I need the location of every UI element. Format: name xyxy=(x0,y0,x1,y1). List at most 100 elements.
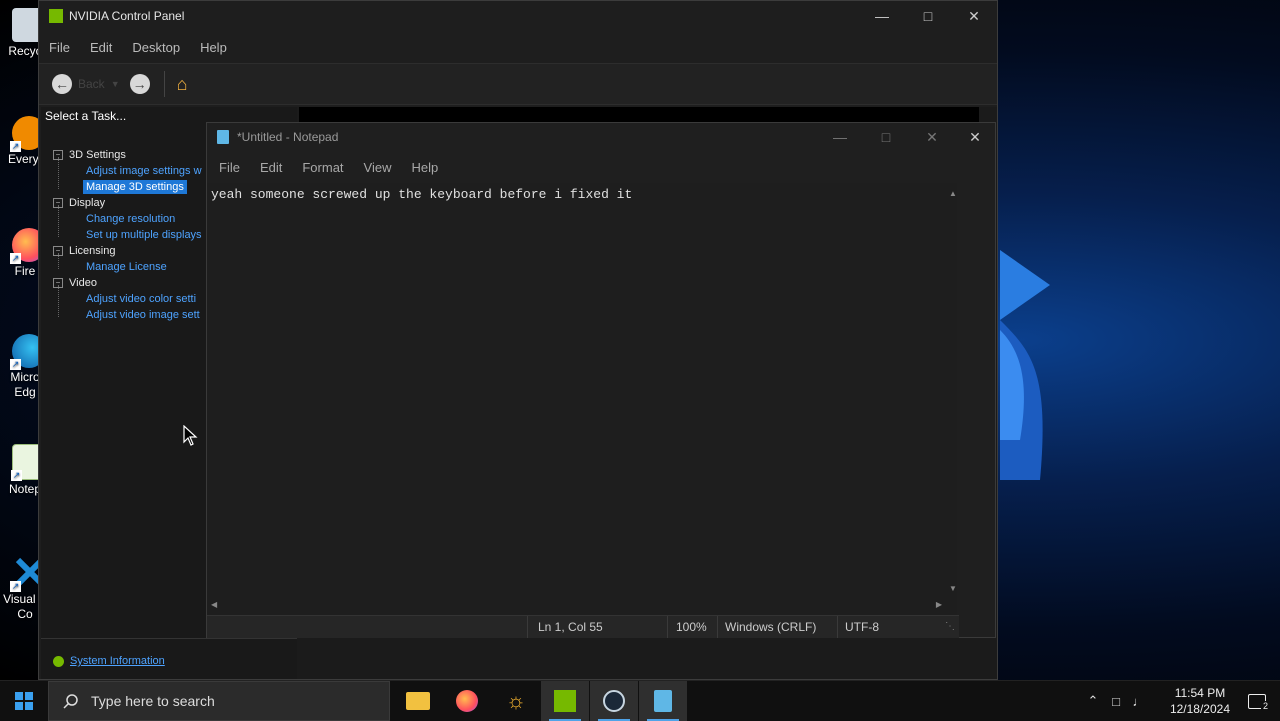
clock-date: 12/18/2024 xyxy=(1169,702,1230,716)
shortcut-arrow-icon: ↗ xyxy=(10,141,21,152)
menu-help[interactable]: Help xyxy=(190,40,237,55)
taskbar-settings-app[interactable]: ☼ xyxy=(492,681,540,721)
scroll-up-icon[interactable]: ▲ xyxy=(949,189,957,198)
search-placeholder: Type here to search xyxy=(91,693,215,709)
shortcut-arrow-icon: ↗ xyxy=(10,253,21,264)
home-icon[interactable]: ⌂ xyxy=(177,74,188,95)
forward-arrow-icon[interactable]: → xyxy=(129,74,150,94)
text-editor[interactable] xyxy=(207,183,957,615)
toolbar-separator xyxy=(163,71,165,97)
nvidia-titlebar[interactable]: NVIDIA Control Panel — □ ✕ xyxy=(39,1,997,31)
scroll-left-icon[interactable]: ◀ xyxy=(211,600,217,609)
menu-desktop[interactable]: Desktop xyxy=(122,40,190,55)
tree-category-display[interactable]: − Display xyxy=(53,197,105,209)
collapse-icon[interactable]: − xyxy=(53,198,63,208)
system-information-link[interactable]: System Information xyxy=(53,655,165,667)
mouse-cursor-icon xyxy=(183,425,198,446)
tree-category-label: Licensing xyxy=(69,245,116,257)
settings-sun-icon: ☼ xyxy=(505,688,527,713)
chevron-down-icon[interactable]: ▼ xyxy=(111,79,120,89)
volume-icon[interactable]: ♩ xyxy=(1128,694,1150,709)
horizontal-scrollbar[interactable]: ◀ ▶ xyxy=(207,599,942,613)
maximize-button[interactable]: □ xyxy=(863,123,909,151)
firefox-icon xyxy=(456,690,478,712)
steam-icon xyxy=(603,690,625,712)
back-arrow-icon[interactable]: ← xyxy=(52,74,72,94)
tree-category-label: 3D Settings xyxy=(69,149,126,161)
taskbar-search-box[interactable]: Type here to search xyxy=(48,681,390,721)
notepad-statusbar: Ln 1, Col 55 100% Windows (CRLF) UTF-8 ⋱ xyxy=(207,615,959,638)
start-button[interactable] xyxy=(0,681,48,721)
tree-item-adjust-image-settings[interactable]: Adjust image settings w xyxy=(86,165,202,177)
shortcut-arrow-icon: ↗ xyxy=(10,581,21,592)
wallpaper-logo xyxy=(1000,250,1050,480)
network-icon[interactable]: □ xyxy=(1104,694,1128,709)
chevron-up-icon[interactable]: ⌃ xyxy=(1082,693,1104,709)
close-button[interactable]: ✕ xyxy=(909,123,955,151)
back-label[interactable]: Back xyxy=(78,77,105,91)
cursor-position: Ln 1, Col 55 xyxy=(538,620,603,634)
taskbar-clock[interactable]: 11:54 PM 12/18/2024 xyxy=(1170,685,1230,717)
encoding: UTF-8 xyxy=(845,620,879,634)
nvidia-window-title: NVIDIA Control Panel xyxy=(69,9,185,23)
notepad-titlebar[interactable]: *Untitled - Notepad — □ ✕ ✕ xyxy=(207,123,995,151)
nvidia-app-icon xyxy=(49,9,63,23)
menu-file[interactable]: File xyxy=(209,160,250,175)
maximize-button[interactable]: □ xyxy=(905,1,951,31)
collapse-icon[interactable]: − xyxy=(53,150,63,160)
taskbar-firefox[interactable] xyxy=(443,681,491,721)
collapse-icon[interactable]: − xyxy=(53,278,63,288)
taskbar-nvidia[interactable] xyxy=(541,681,589,721)
taskbar-file-explorer[interactable] xyxy=(394,681,442,721)
info-icon xyxy=(53,655,64,667)
shortcut-arrow-icon: ↗ xyxy=(10,359,21,370)
windows-logo-icon xyxy=(15,692,33,710)
tree-category-label: Display xyxy=(69,197,106,209)
notepad-menubar: File Edit Format View Help xyxy=(207,151,995,183)
notepad-app-icon xyxy=(217,130,229,144)
tree-item-video-color[interactable]: Adjust video color setti xyxy=(86,293,196,305)
minimize-button[interactable]: — xyxy=(859,1,905,31)
line-ending: Windows (CRLF) xyxy=(725,620,817,634)
menu-edit[interactable]: Edit xyxy=(250,160,292,175)
system-information-label: System Information xyxy=(70,655,165,667)
notification-count: 2 xyxy=(1260,701,1270,711)
scroll-right-icon[interactable]: ▶ xyxy=(936,600,942,609)
tree-category-licensing[interactable]: − Licensing xyxy=(53,245,115,257)
tree-category-video[interactable]: − Video xyxy=(53,277,97,289)
nvidia-icon xyxy=(554,690,576,712)
taskbar-steam[interactable] xyxy=(590,681,638,721)
notepad-window-title: *Untitled - Notepad xyxy=(237,130,339,144)
notification-center-button[interactable]: 2 xyxy=(1234,681,1280,721)
editor-content[interactable]: yeah someone screwed up the keyboard bef… xyxy=(211,187,632,202)
file-explorer-icon xyxy=(406,692,430,710)
close-button[interactable]: ✕ xyxy=(951,1,997,31)
collapse-icon[interactable]: − xyxy=(53,246,63,256)
tree-category-label: Video xyxy=(69,277,97,289)
menu-view[interactable]: View xyxy=(354,160,402,175)
minimize-button[interactable]: — xyxy=(817,123,863,151)
tree-item-manage-license[interactable]: Manage License xyxy=(86,261,167,273)
system-tray: ⌃ □ ♩ xyxy=(1082,681,1150,721)
search-icon xyxy=(63,694,78,709)
clock-time: 11:54 PM xyxy=(1174,686,1226,700)
tree-category-3d-settings[interactable]: − 3D Settings xyxy=(53,149,126,161)
tree-item-video-image[interactable]: Adjust video image sett xyxy=(86,309,200,321)
menu-file[interactable]: File xyxy=(39,40,80,55)
vertical-scrollbar[interactable]: ▲ ▼ xyxy=(947,183,959,593)
menu-help[interactable]: Help xyxy=(401,160,448,175)
tree-item-change-resolution[interactable]: Change resolution xyxy=(86,213,175,225)
outer-close-button[interactable]: ✕ xyxy=(955,123,995,151)
notepad-window: *Untitled - Notepad — □ ✕ ✕ File Edit Fo… xyxy=(206,122,996,638)
taskbar: Type here to search ☼ ⌃ □ ♩ 11:54 PM 12/… xyxy=(0,680,1280,721)
shortcut-arrow-icon: ↗ xyxy=(11,470,22,481)
tree-item-manage-3d-settings[interactable]: Manage 3D settings xyxy=(83,180,187,194)
notepad-icon xyxy=(654,690,672,712)
menu-edit[interactable]: Edit xyxy=(80,40,122,55)
resize-grip-icon[interactable]: ⋱ xyxy=(945,621,955,632)
menu-format[interactable]: Format xyxy=(292,160,353,175)
taskbar-notepad[interactable] xyxy=(639,681,687,721)
tree-item-multiple-displays[interactable]: Set up multiple displays xyxy=(86,229,202,241)
nvidia-toolbar: ← Back ▼ → ⌂ xyxy=(39,63,997,105)
scroll-down-icon[interactable]: ▼ xyxy=(949,584,957,593)
